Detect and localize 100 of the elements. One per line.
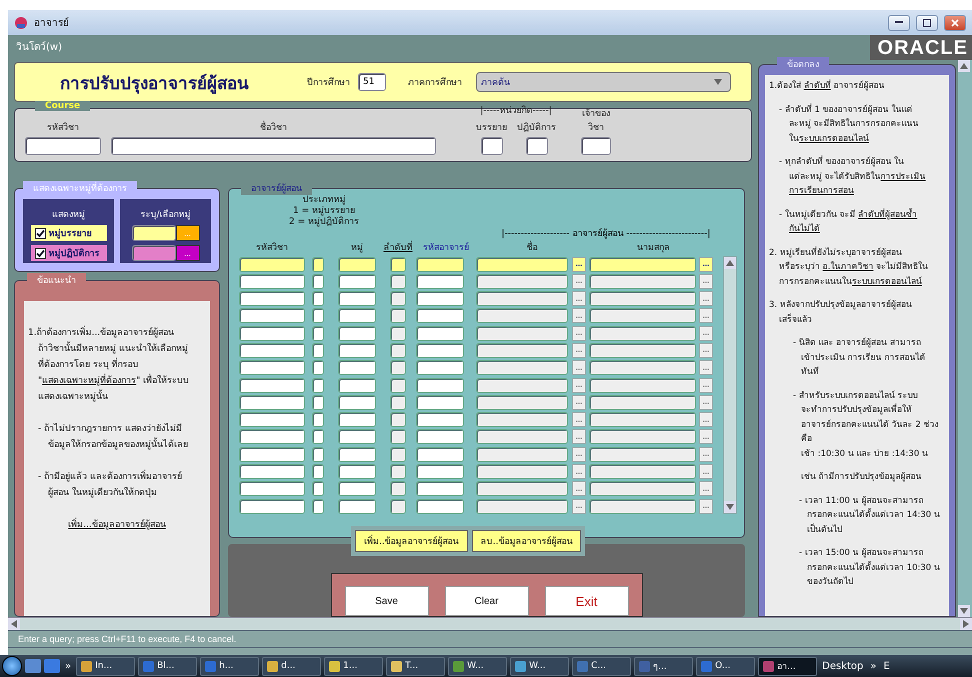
course-code-field[interactable] [239,308,305,324]
type-field[interactable] [312,308,324,324]
lookup-button[interactable]: ... [572,446,586,462]
group-field[interactable] [338,360,376,376]
group-field[interactable] [338,308,376,324]
first-name-field[interactable] [476,481,568,496]
last-name-field[interactable] [589,412,696,428]
last-name-field[interactable] [589,291,696,306]
course-code-field[interactable] [239,360,305,376]
order-field[interactable] [390,412,406,428]
first-name-field[interactable] [476,360,568,376]
last-name-field[interactable] [589,429,696,444]
lookup-button[interactable]: ... [572,326,586,341]
group-field[interactable] [338,498,376,514]
teacher-code-field[interactable] [416,378,464,393]
order-field[interactable] [390,498,406,514]
lookup-button[interactable]: ... [699,360,713,376]
scroll-up-button[interactable] [958,60,970,72]
lookup-button[interactable]: ... [699,464,713,480]
taskbar-button[interactable]: T... [386,656,446,676]
taskbar-button[interactable]: 1... [324,656,384,676]
order-field[interactable] [390,378,406,393]
minimize-button[interactable] [888,14,910,30]
delete-button[interactable]: ลบ..ข้อมูลอาจารย์ผู้สอน [472,530,582,552]
first-name-field[interactable] [476,308,568,324]
first-name-field[interactable] [476,378,568,393]
advice-text[interactable]: เพิ่ม...ข้อมูลอาจารย์ผู้สอน [28,517,206,533]
group-option[interactable]: หมู่ปฏิบัติการ [30,245,106,261]
group-field[interactable] [338,326,376,341]
form-button[interactable]: Exit [544,586,628,616]
last-name-field[interactable] [589,274,696,289]
lookup-button[interactable]: ... [699,498,713,514]
first-name-field[interactable] [476,429,568,444]
course-code-field[interactable] [239,342,305,358]
scrollbar[interactable] [958,60,972,617]
teacher-code-field[interactable] [416,412,464,428]
taskbar-button[interactable]: d... [262,656,322,676]
owner-field[interactable] [581,137,611,155]
form-button[interactable]: Clear [444,586,528,616]
lookup-button[interactable]: ... [699,412,713,428]
scrollbar[interactable] [8,617,972,630]
first-name-field[interactable] [476,342,568,358]
course-code-field[interactable] [239,498,305,514]
course-code-field[interactable] [239,394,305,410]
overflow-chevron[interactable]: » [868,660,878,672]
first-name-field[interactable] [476,446,568,462]
taskbar-button[interactable]: C... [572,656,632,676]
order-field[interactable] [390,481,406,496]
last-name-field[interactable] [589,360,696,376]
teacher-code-field[interactable] [416,326,464,341]
course-code-field[interactable] [239,446,305,462]
type-field[interactable] [312,394,324,410]
lookup-button[interactable]: ... [176,245,200,261]
type-field[interactable] [312,326,324,341]
lookup-button[interactable]: ... [699,481,713,496]
course-code-field[interactable] [239,378,305,393]
lookup-button[interactable]: ... [699,274,713,289]
order-field[interactable] [390,464,406,480]
group-field[interactable] [338,446,376,462]
group-field[interactable] [132,245,176,261]
course-name-field[interactable] [111,137,436,155]
checkbox[interactable] [34,228,46,238]
first-name-field[interactable] [476,274,568,289]
teacher-code-field[interactable] [416,308,464,324]
lookup-button[interactable]: ... [572,498,586,514]
teacher-code-field[interactable] [416,291,464,306]
last-name-field[interactable] [589,256,696,272]
first-name-field[interactable] [476,291,568,306]
type-field[interactable] [312,412,324,428]
course-code-field[interactable] [239,256,305,272]
group-field[interactable] [338,291,376,306]
course-code-field[interactable] [239,326,305,341]
last-name-field[interactable] [589,378,696,393]
lookup-button[interactable]: ... [572,342,586,358]
last-name-field[interactable] [589,481,696,496]
type-field[interactable] [312,446,324,462]
type-field[interactable] [312,360,324,376]
lookup-button[interactable]: ... [572,291,586,306]
lookup-button[interactable]: ... [699,342,713,358]
group-option[interactable]: หมู่บรรยาย [30,225,106,241]
scroll-right-button[interactable] [960,618,972,630]
lookup-button[interactable]: ... [572,429,586,444]
course-code-field[interactable] [239,481,305,496]
lookup-button[interactable]: ... [572,308,586,324]
group-field[interactable] [132,225,176,241]
maximize-button[interactable] [916,14,938,30]
first-name-field[interactable] [476,498,568,514]
teacher-code-field[interactable] [416,498,464,514]
overflow-chevron[interactable]: » [63,660,74,672]
lookup-button[interactable]: ... [699,308,713,324]
course-code-field[interactable] [239,464,305,480]
course-code-field[interactable] [25,137,101,155]
group-field[interactable] [338,412,376,428]
lookup-button[interactable]: ... [572,464,586,480]
menu-item[interactable]: วินโดว์(w) [8,35,870,60]
first-name-field[interactable] [476,326,568,341]
type-field[interactable] [312,342,324,358]
teacher-code-field[interactable] [416,342,464,358]
taskbar-button[interactable]: h... [200,656,260,676]
form-button[interactable]: Save [344,586,428,616]
